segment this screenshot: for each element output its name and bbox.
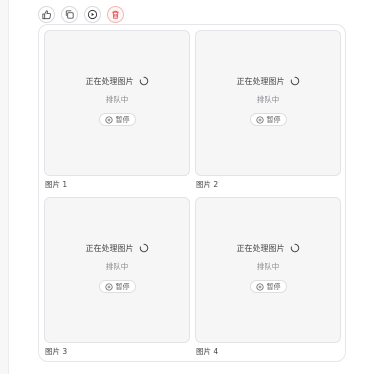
- queue-status: 排队中: [105, 262, 129, 271]
- thumbs-up-icon: [42, 10, 52, 20]
- processing-status: 正在处理图片: [45, 75, 189, 87]
- processing-status: 正在处理图片: [45, 242, 189, 254]
- pause-label: 暂停: [266, 115, 281, 124]
- processing-status: 正在处理图片: [196, 75, 340, 87]
- like-button[interactable]: [38, 6, 55, 23]
- image-toolbar: [38, 6, 124, 23]
- queue-status: 排队中: [105, 95, 129, 104]
- image-card: 正在处理图片 排队中 暂停: [44, 30, 190, 176]
- image-caption: 图片 2: [196, 180, 219, 189]
- image-caption: 图片 1: [45, 180, 68, 189]
- loading-spinner-icon: [290, 76, 299, 86]
- copy-icon: [65, 10, 74, 19]
- pause-circle-icon: [255, 115, 264, 124]
- loading-spinner-icon: [139, 76, 148, 86]
- processing-status: 正在处理图片: [196, 242, 340, 254]
- image-grid-panel: 正在处理图片 排队中 暂停 图片 1 正在处理图片 排队中 暂停 图片 2 正在…: [38, 24, 346, 362]
- pause-button[interactable]: 暂停: [249, 280, 287, 293]
- image-caption: 图片 3: [45, 347, 68, 356]
- pause-button[interactable]: 暂停: [98, 280, 136, 293]
- delete-button[interactable]: [107, 6, 124, 23]
- pause-circle-icon: [104, 115, 113, 124]
- pause-label: 暂停: [266, 282, 281, 291]
- queue-status: 排队中: [256, 262, 280, 271]
- image-card: 正在处理图片 排队中 暂停: [44, 197, 190, 343]
- queue-status: 排队中: [256, 95, 280, 104]
- image-card: 正在处理图片 排队中 暂停: [195, 197, 341, 343]
- image-caption: 图片 4: [196, 347, 219, 356]
- status-text: 正在处理图片: [236, 76, 285, 86]
- trash-icon: [112, 10, 119, 19]
- pause-label: 暂停: [115, 115, 130, 124]
- loading-spinner-icon: [139, 243, 148, 253]
- play-circle-icon: [87, 9, 98, 20]
- status-text: 正在处理图片: [236, 243, 285, 253]
- image-card: 正在处理图片 排队中 暂停: [195, 30, 341, 176]
- pause-button[interactable]: 暂停: [249, 113, 287, 126]
- loading-spinner-icon: [290, 243, 299, 253]
- pause-circle-icon: [255, 282, 264, 291]
- copy-button[interactable]: [61, 6, 78, 23]
- pause-button[interactable]: 暂停: [98, 113, 136, 126]
- page: 正在处理图片 排队中 暂停 图片 1 正在处理图片 排队中 暂停 图片 2 正在…: [0, 0, 365, 374]
- status-text: 正在处理图片: [85, 76, 134, 86]
- pause-circle-icon: [104, 282, 113, 291]
- pause-label: 暂停: [115, 282, 130, 291]
- status-text: 正在处理图片: [85, 243, 134, 253]
- play-button[interactable]: [84, 6, 101, 23]
- left-rail: [0, 0, 9, 374]
